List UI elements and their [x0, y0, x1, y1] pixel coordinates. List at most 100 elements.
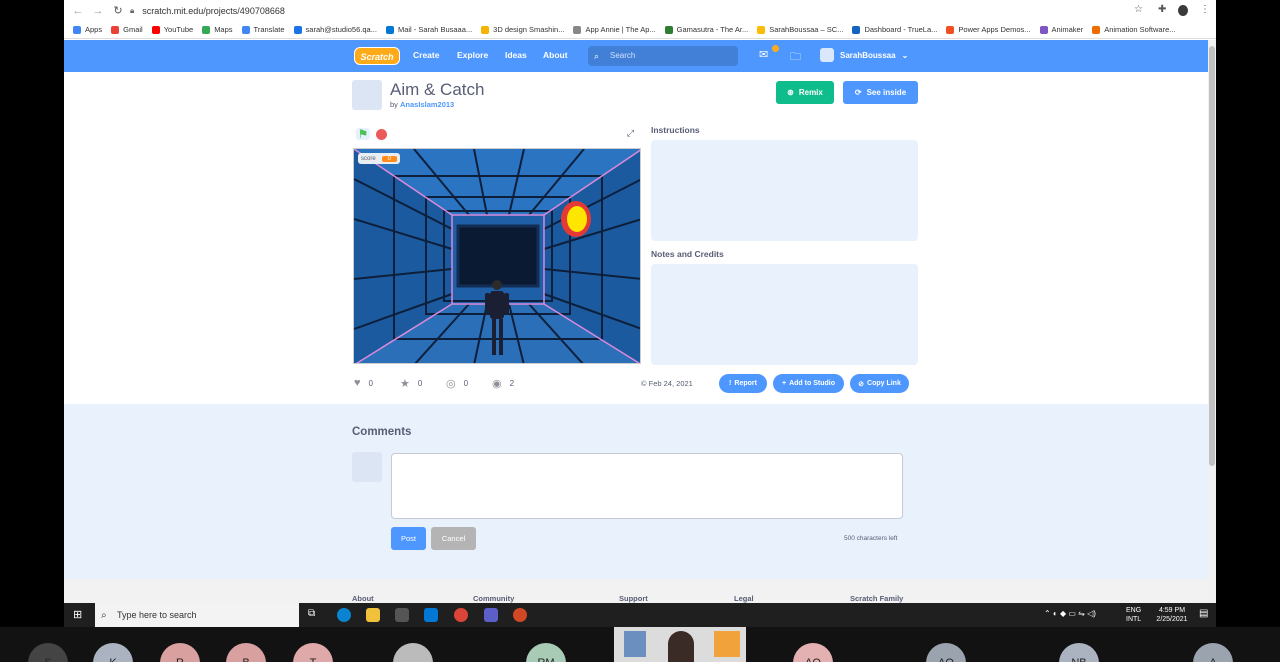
clock[interactable]: 4:59 PM 2/25/2021: [1152, 606, 1192, 624]
stop-icon[interactable]: [376, 129, 387, 140]
instructions-box[interactable]: [651, 140, 918, 241]
dashboard-icon: [852, 25, 861, 34]
profile-avatar[interactable]: [1178, 5, 1188, 16]
mail-app-icon[interactable]: [424, 608, 438, 622]
taskbar-search-input[interactable]: ⌕ Type here to search: [95, 603, 299, 627]
windows-start-icon[interactable]: ⊞: [73, 608, 82, 621]
bookmark-mail[interactable]: Mail - Sarah Busaaa...: [385, 25, 472, 34]
report-button[interactable]: ! Report: [719, 374, 767, 393]
love-stat[interactable]: ♥ 0: [354, 377, 373, 389]
scratch-logo[interactable]: Scratch: [354, 47, 400, 65]
comment-input[interactable]: [391, 453, 903, 519]
bookmark-gmail[interactable]: Gmail: [111, 25, 143, 34]
nav-ideas[interactable]: Ideas: [505, 50, 527, 60]
outlook-icon: [385, 25, 394, 34]
nav-create[interactable]: Create: [413, 50, 439, 60]
favorite-stat[interactable]: ★ 0: [400, 377, 422, 390]
participant-avatar[interactable]: [393, 643, 433, 662]
teams-app-icon[interactable]: [484, 608, 498, 622]
bookmark-maps[interactable]: Maps: [202, 25, 233, 34]
project-byline: by AnasIslam2013: [390, 100, 455, 109]
eye-icon: ◉: [492, 378, 502, 390]
bookmark-gamasutra[interactable]: Gamasutra - The Ar...: [664, 25, 748, 34]
bookmarks-bar: Apps Gmail YouTube Maps Translate sarah@…: [64, 21, 1216, 39]
system-tray-icons[interactable]: ⌃ ◐ ◆ ▭ ⇋ ◁): [1044, 609, 1096, 618]
bookmark-3d-design[interactable]: 3D design Smashin...: [481, 25, 564, 34]
remix-icon: ⊛: [787, 88, 794, 97]
footer-scratch-family[interactable]: Scratch Family: [850, 594, 903, 603]
reload-icon[interactable]: ↻: [112, 4, 124, 17]
post-button[interactable]: Post: [391, 527, 426, 550]
notes-credits-box[interactable]: [651, 264, 918, 365]
bookmark-youtube[interactable]: YouTube: [151, 25, 193, 34]
fullscreen-icon[interactable]: ⤢: [624, 128, 637, 141]
footer-about[interactable]: About: [352, 594, 374, 603]
store-icon[interactable]: [395, 608, 409, 622]
bookmark-animation-software[interactable]: Animation Software...: [1092, 25, 1176, 34]
footer-support[interactable]: Support: [619, 594, 648, 603]
studio56-logo: [714, 631, 740, 657]
remix-button[interactable]: ⊛ Remix: [776, 81, 834, 104]
bookmark-translate[interactable]: Translate: [241, 25, 285, 34]
cancel-button[interactable]: Cancel: [431, 527, 476, 550]
nav-explore[interactable]: Explore: [457, 50, 488, 60]
scratch-page: Scratch Create Explore Ideas About ⌕ Sea…: [64, 40, 1208, 603]
participant-avatar[interactable]: RM: [526, 643, 566, 662]
participant-avatar[interactable]: T: [293, 643, 333, 662]
participant-avatar[interactable]: B: [226, 643, 266, 662]
bookmark-power-apps[interactable]: Power Apps Demos...: [946, 25, 1031, 34]
school-logo: [624, 631, 646, 657]
see-inside-button[interactable]: ⟳ See inside: [843, 81, 918, 104]
project-author-avatar[interactable]: [352, 80, 382, 110]
copy-link-button[interactable]: ⊘ Copy Link: [850, 374, 909, 393]
messages-icon[interactable]: ✉: [759, 48, 768, 61]
participant-video[interactable]: [614, 627, 746, 662]
youtube-icon: [151, 25, 160, 34]
project-stage[interactable]: score 0: [353, 148, 641, 364]
star-icon[interactable]: ☆: [1134, 4, 1143, 15]
score-monitor: score 0: [358, 153, 401, 164]
language-indicator[interactable]: ENG INTL: [1126, 606, 1141, 624]
edge-app-icon[interactable]: [337, 608, 351, 622]
notification-icon[interactable]: ▤: [1199, 608, 1208, 619]
search-input[interactable]: ⌕ Search: [588, 46, 738, 66]
chrome-app-icon[interactable]: [454, 608, 468, 622]
participant-avatar[interactable]: NB: [1059, 643, 1099, 662]
bookmark-app-annie[interactable]: App Annie | The Ap...: [573, 25, 656, 34]
characters-left: 500 characters left: [844, 535, 898, 542]
user-menu[interactable]: SarahBoussaa ⌄: [820, 48, 908, 62]
footer-community[interactable]: Community: [473, 594, 514, 603]
stage-scene: [354, 149, 640, 363]
bookmark-apps[interactable]: Apps: [73, 25, 102, 34]
bookmark-sarah[interactable]: sarah@studio56.qa...: [293, 25, 377, 34]
bookmark-sarahboussaa[interactable]: SarahBoussaa – SC...: [757, 25, 843, 34]
add-to-studio-button[interactable]: + Add to Studio: [773, 374, 844, 393]
participant-avatar[interactable]: S: [28, 643, 68, 662]
bookmark-dashboard[interactable]: Dashboard - TrueLa...: [852, 25, 937, 34]
scrollbar-thumb[interactable]: [1209, 46, 1215, 466]
bookmark-animaker[interactable]: Animaker: [1039, 25, 1083, 34]
forward-icon[interactable]: →: [92, 5, 104, 17]
menu-icon[interactable]: ⋮: [1200, 4, 1210, 15]
powerpoint-app-icon[interactable]: [513, 608, 527, 622]
screen: ← → ↻ 🔒︎ scratch.mit.edu/projects/490708…: [0, 0, 1280, 662]
project-author-link[interactable]: AnasIslam2013: [400, 100, 454, 109]
participant-avatar[interactable]: A: [1193, 643, 1233, 662]
page-scrollbar[interactable]: [1208, 40, 1216, 603]
back-icon[interactable]: ←: [72, 5, 84, 17]
file-explorer-icon[interactable]: [366, 608, 380, 622]
url-field[interactable]: scratch.mit.edu/projects/490708668: [142, 6, 285, 16]
green-flag-icon[interactable]: ⚑: [356, 128, 370, 140]
nav-about[interactable]: About: [543, 50, 568, 60]
comments-title: Comments: [352, 426, 412, 438]
views-stat: ◉ 2: [492, 378, 515, 390]
lock-icon: 🔒︎: [130, 5, 135, 15]
participant-avatar[interactable]: K: [93, 643, 133, 662]
participant-avatar[interactable]: R: [160, 643, 200, 662]
participant-avatar[interactable]: AQ: [926, 643, 966, 662]
task-view-icon[interactable]: ⧉: [308, 608, 315, 619]
participant-avatar[interactable]: AO: [793, 643, 833, 662]
my-stuff-folder-icon[interactable]: 🗀︎: [790, 48, 801, 67]
footer-legal[interactable]: Legal: [734, 594, 754, 603]
extensions-icon[interactable]: ✚: [1158, 4, 1166, 15]
